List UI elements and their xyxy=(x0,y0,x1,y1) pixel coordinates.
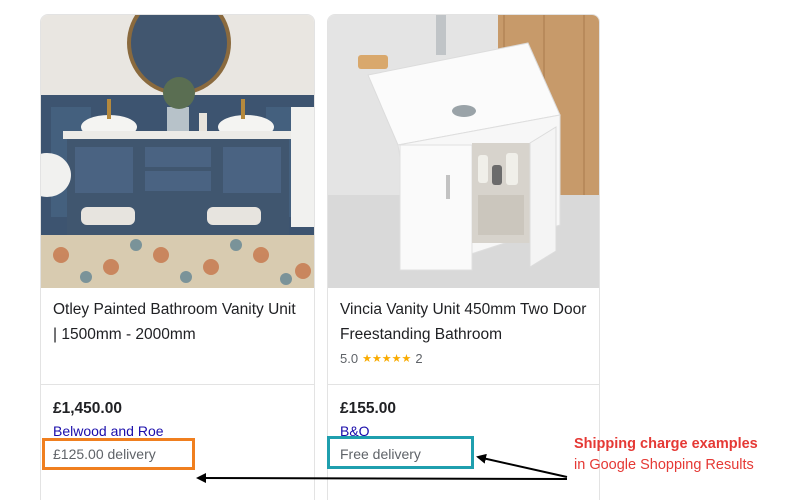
paid-delivery-highlight-box xyxy=(42,438,195,470)
product-image-vincia-vanity[interactable] xyxy=(328,15,599,288)
annotation-heading: Shipping charge examples xyxy=(574,436,758,452)
product-image-otley-vanity[interactable] xyxy=(41,15,314,288)
product-card-otley[interactable]: Otley Painted Bathroom Vanity Unit | 150… xyxy=(40,14,315,500)
star-icon: ★★★★★ xyxy=(362,353,412,365)
product-title[interactable]: Otley Painted Bathroom Vanity Unit | 150… xyxy=(53,297,303,347)
card-divider xyxy=(328,384,599,385)
annotation-subtext: in Google Shopping Results xyxy=(574,457,754,473)
merchant-link[interactable]: Belwood and Roe xyxy=(53,423,164,439)
product-price: £155.00 xyxy=(340,400,397,417)
rating-count: 2 xyxy=(415,351,423,366)
product-title[interactable]: Vincia Vanity Unit 450mm Two Door Freest… xyxy=(340,297,590,347)
product-price: £1,450.00 xyxy=(53,400,122,417)
card-divider xyxy=(41,384,314,385)
product-rating[interactable]: 5.0 ★★★★★ 2 xyxy=(340,351,423,366)
product-card-vincia[interactable]: Vincia Vanity Unit 450mm Two Door Freest… xyxy=(327,14,600,500)
shipping-annotation: Shipping charge examples in Google Shopp… xyxy=(574,434,758,476)
free-delivery-highlight-box xyxy=(327,436,474,469)
rating-score: 5.0 xyxy=(340,351,359,366)
